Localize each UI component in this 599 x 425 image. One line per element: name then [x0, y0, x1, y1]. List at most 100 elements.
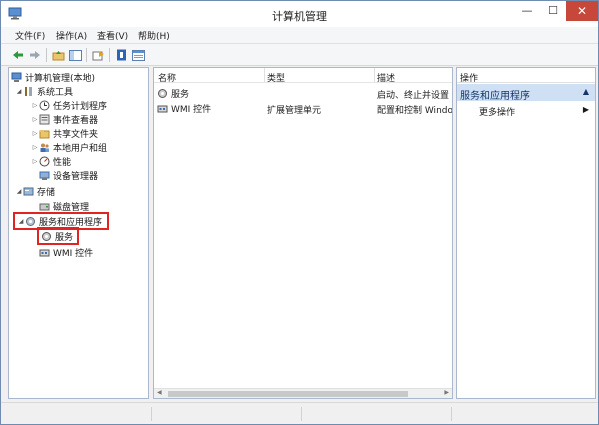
content-list: 名称 类型 描述 服务 启动、终止并设置 WMI 控件 扩展管理单元 配置和控制…	[153, 67, 453, 399]
tree-item-device-manager[interactable]: 设备管理器	[39, 168, 98, 182]
performance-gauge-icon	[39, 156, 50, 167]
folder-icon	[39, 128, 50, 139]
tree-label: 磁盘管理	[53, 202, 90, 213]
wmi-control-icon	[39, 247, 50, 258]
column-header-name[interactable]: 名称	[158, 71, 176, 84]
toolbar-separator	[109, 48, 110, 62]
device-manager-icon	[39, 170, 50, 181]
menu-view[interactable]: 查看(V)	[97, 29, 128, 42]
scroll-thumb[interactable]	[168, 391, 408, 397]
column-header-type[interactable]: 类型	[267, 71, 285, 84]
tree-item-disk-management[interactable]: 磁盘管理	[39, 199, 89, 213]
navigation-tree: 计算机管理(本地) ◢ 系统工具 ▷ 任务计划程序 ▷ 事件查看器 ▷ 共享文件…	[8, 67, 149, 399]
tree-item-services-applications[interactable]: ◢ 服务和应用程序	[13, 212, 109, 230]
computer-management-window: 计算机管理 — ☐ ✕ 文件(F) 操作(A) 查看(V) 帮助(H) 计算机管…	[0, 0, 599, 425]
storage-icon	[23, 186, 34, 197]
actions-section-services-applications[interactable]: 服务和应用程序 ▲	[457, 84, 595, 102]
tree-label: 共享文件夹	[53, 129, 99, 140]
back-arrow-icon[interactable]	[11, 48, 25, 62]
list-item-services[interactable]: 服务	[157, 87, 189, 100]
column-divider[interactable]	[264, 68, 265, 82]
status-bar	[1, 402, 598, 424]
tree-item-shared-folders[interactable]: ▷ 共享文件夹	[31, 126, 98, 140]
tree-item-event-viewer[interactable]: ▷ 事件查看器	[31, 112, 98, 126]
expanded-arrow-icon[interactable]: ◢	[15, 88, 23, 95]
properties-icon[interactable]	[131, 48, 145, 62]
scroll-right-icon[interactable]: ▶	[444, 389, 449, 396]
tools-icon	[23, 86, 34, 97]
section-label: 服务和应用程序	[460, 91, 530, 102]
collapsed-arrow-icon[interactable]: ▷	[31, 130, 39, 137]
tree-label: 计算机管理(本地)	[25, 73, 96, 84]
status-divider	[301, 407, 302, 421]
services-applications-icon	[25, 216, 36, 227]
disk-icon	[39, 201, 50, 212]
wmi-control-icon	[157, 103, 168, 114]
title-bar: 计算机管理 — ☐ ✕	[1, 1, 598, 27]
users-icon	[39, 142, 50, 153]
collapse-arrow-icon[interactable]: ▲	[583, 87, 589, 96]
forward-arrow-icon[interactable]	[28, 48, 42, 62]
tree-label: 本地用户和组	[53, 143, 108, 154]
collapsed-arrow-icon[interactable]: ▷	[31, 158, 39, 165]
more-actions-label: 更多操作	[479, 108, 516, 118]
cell-description: 配置和控制 Windo	[377, 106, 453, 116]
cell-name: 服务	[171, 90, 190, 100]
menu-action[interactable]: 操作(A)	[56, 29, 87, 42]
collapsed-arrow-icon[interactable]: ▷	[31, 102, 39, 109]
status-divider	[151, 407, 152, 421]
up-folder-icon[interactable]	[51, 48, 65, 62]
tree-label: WMI 控件	[53, 248, 94, 259]
horizontal-scrollbar[interactable]: ◀ ▶	[154, 388, 452, 398]
status-divider	[451, 407, 452, 421]
tree-item-wmi-control[interactable]: WMI 控件	[39, 245, 93, 259]
tree-item-performance[interactable]: ▷ 性能	[31, 154, 71, 168]
maximize-button[interactable]: ☐	[540, 1, 566, 21]
help-icon[interactable]	[114, 48, 128, 62]
close-button[interactable]: ✕	[566, 1, 598, 21]
services-gear-icon	[157, 88, 168, 99]
toolbar-separator	[46, 48, 47, 62]
actions-pane: 操作 服务和应用程序 ▲ 更多操作 ▶	[456, 67, 596, 399]
show-hide-tree-icon[interactable]	[68, 48, 82, 62]
column-divider[interactable]	[374, 68, 375, 82]
toolbar-separator	[86, 48, 87, 62]
tree-item-system-tools[interactable]: ◢ 系统工具	[15, 84, 73, 98]
menu-file[interactable]: 文件(F)	[15, 29, 45, 42]
minimize-button[interactable]: —	[514, 1, 540, 21]
menu-help[interactable]: 帮助(H)	[138, 29, 170, 42]
column-header-description[interactable]: 描述	[377, 71, 395, 84]
more-actions-item[interactable]: 更多操作	[479, 105, 515, 118]
tree-item-storage[interactable]: ◢ 存储	[15, 184, 55, 198]
tree-item-local-users[interactable]: ▷ 本地用户和组	[31, 140, 107, 154]
menu-bar: 文件(F) 操作(A) 查看(V) 帮助(H)	[1, 27, 598, 44]
tree-label: 服务	[55, 232, 74, 243]
tree-item-task-scheduler[interactable]: ▷ 任务计划程序	[31, 98, 107, 112]
window-title: 计算机管理	[272, 10, 327, 23]
cell-type: 扩展管理单元	[267, 106, 322, 116]
submenu-arrow-icon[interactable]: ▶	[583, 105, 589, 114]
tree-label: 性能	[53, 157, 72, 168]
computer-icon	[11, 72, 22, 83]
tree-item-computer-management[interactable]: 计算机管理(本地)	[11, 70, 95, 84]
tree-label: 存储	[37, 187, 56, 198]
collapsed-arrow-icon[interactable]: ▷	[31, 144, 39, 151]
list-header: 名称 类型 描述	[154, 68, 452, 84]
tree-label: 设备管理器	[53, 171, 99, 182]
clock-icon	[39, 100, 50, 111]
services-gear-icon	[41, 231, 52, 242]
expanded-arrow-icon[interactable]: ◢	[15, 188, 23, 195]
actions-header: 操作	[457, 68, 595, 84]
collapsed-arrow-icon[interactable]: ▷	[31, 116, 39, 123]
list-item-wmi-control[interactable]: WMI 控件	[157, 102, 211, 115]
export-list-icon[interactable]	[91, 48, 105, 62]
expanded-arrow-icon[interactable]: ◢	[17, 218, 25, 225]
tree-label: 系统工具	[37, 87, 74, 98]
toolbar	[1, 44, 598, 66]
tree-label: 事件查看器	[53, 115, 99, 126]
tree-label: 任务计划程序	[53, 101, 108, 112]
tree-item-services[interactable]: 服务	[37, 227, 79, 245]
cell-name: WMI 控件	[171, 105, 212, 115]
cell-description: 启动、终止并设置	[377, 91, 450, 101]
scroll-left-icon[interactable]: ◀	[157, 389, 162, 396]
